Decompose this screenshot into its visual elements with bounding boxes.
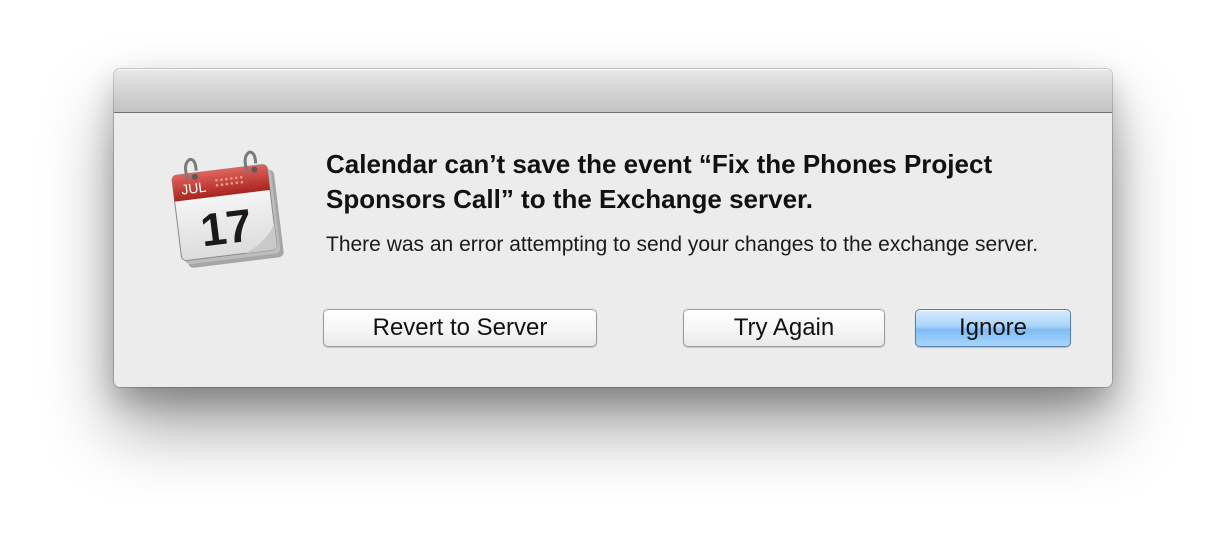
revert-to-server-button[interactable]: Revert to Server <box>323 309 597 347</box>
calendar-month: JUL <box>180 179 207 198</box>
calendar-icon: JUL 17 <box>171 150 284 268</box>
ignore-button[interactable]: Ignore <box>915 309 1071 347</box>
alert-dialog: JUL 17 Calendar can’t save the event “Fi… <box>114 69 1112 387</box>
alert-message: There was an error attempting to send yo… <box>326 233 1039 256</box>
try-again-button[interactable]: Try Again <box>683 309 885 347</box>
dialog-titlebar <box>114 69 1112 113</box>
calendar-day: 17 <box>198 199 255 257</box>
alert-headline: Calendar can’t save the event “Fix the P… <box>326 149 993 214</box>
screen: JUL 17 Calendar can’t save the event “Fi… <box>0 0 1226 546</box>
